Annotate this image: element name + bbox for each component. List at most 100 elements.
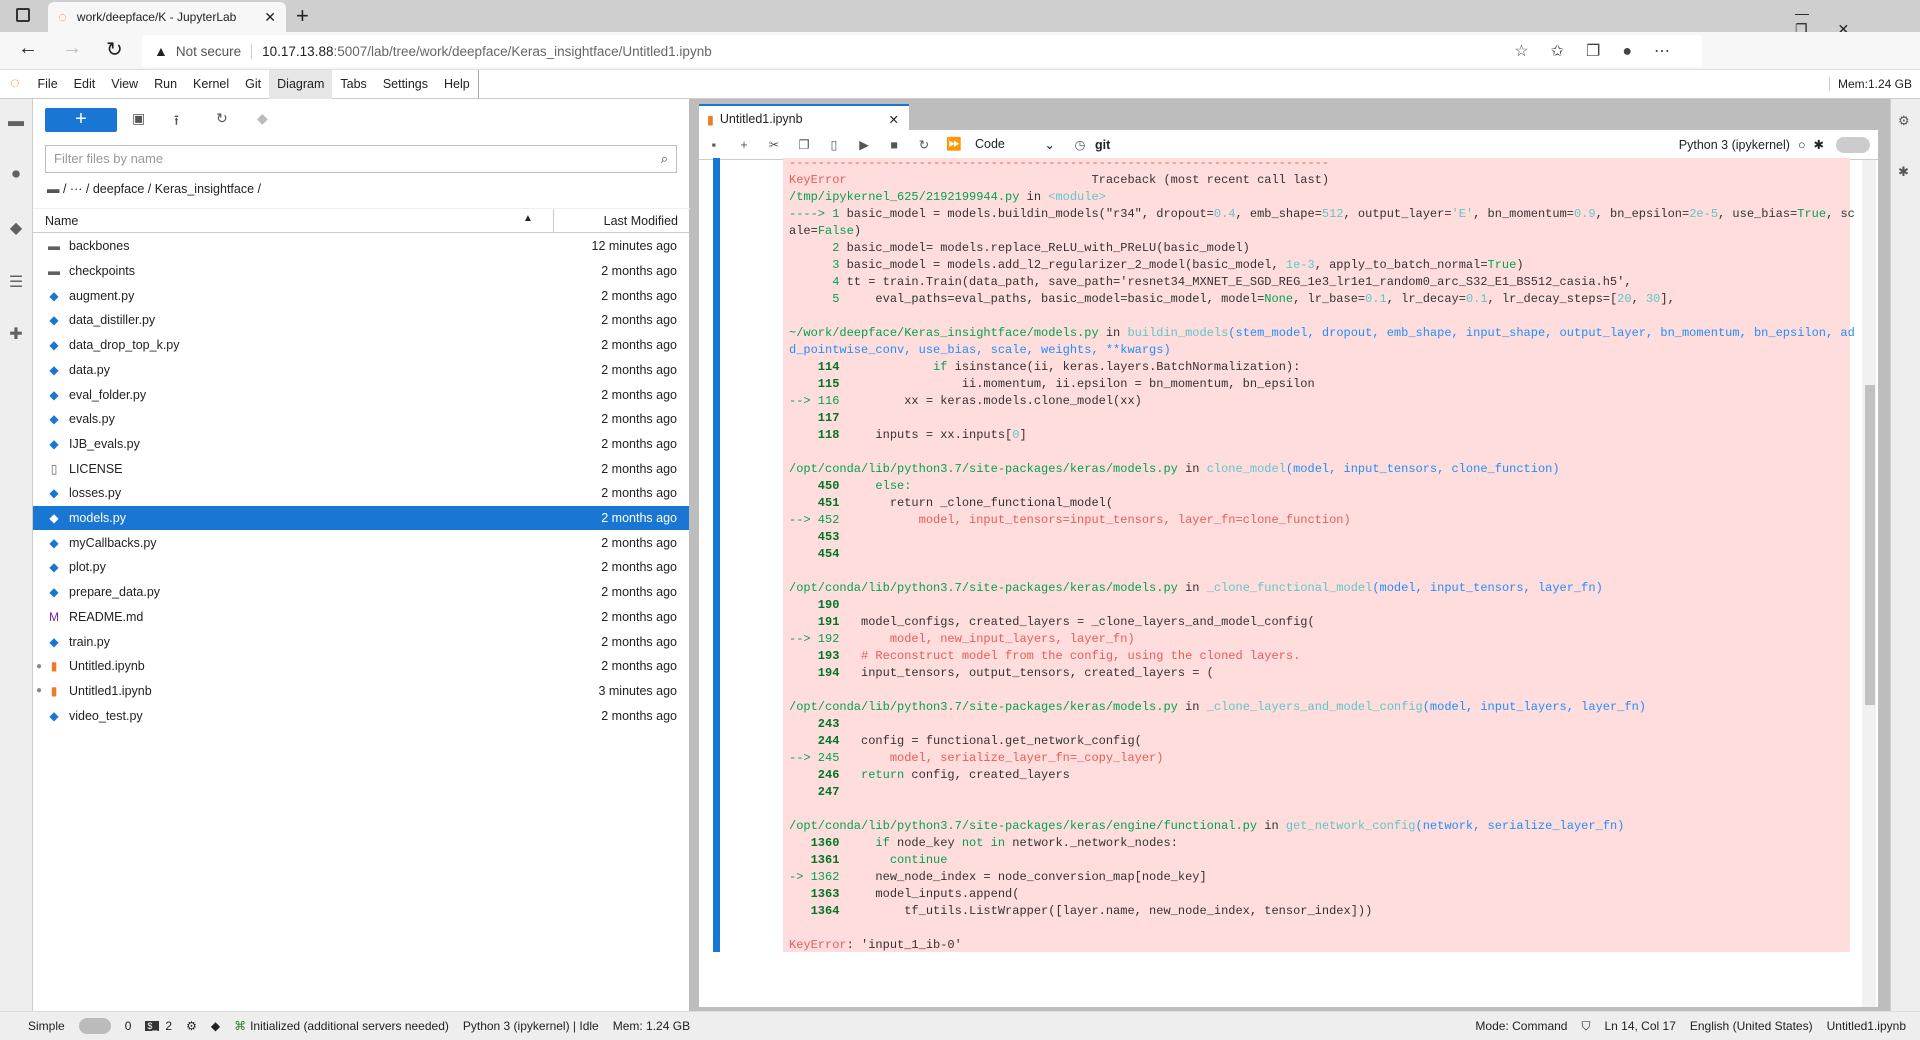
paste-icon[interactable]: ▯ xyxy=(819,137,849,152)
close-notebook-tab-icon[interactable]: ✕ xyxy=(889,112,899,127)
new-tab-icon[interactable]: + xyxy=(296,3,309,29)
breadcrumb[interactable]: ▬ / ··· / deepface / Keras_insightface / xyxy=(47,182,261,196)
shield-icon[interactable]: ⛉ xyxy=(1581,1019,1590,1034)
traceback-segment: network._network_nodes: xyxy=(1012,836,1178,850)
home-folder-icon[interactable]: ▬ xyxy=(47,182,60,196)
file-row[interactable]: ◆ video_test.py 2 months ago xyxy=(33,703,689,728)
back-icon[interactable]: ← xyxy=(18,37,38,60)
url-field[interactable]: ▲ Not secure 10.17.13.88:5007/lab/tree/w… xyxy=(142,35,1702,67)
traceback-segment: tt = train.Train(data_path, save_path='r… xyxy=(846,275,1632,289)
filter-files-input[interactable]: Filter files by name ⌕ xyxy=(45,145,677,173)
column-last-modified[interactable]: Last Modified xyxy=(604,214,678,228)
simple-mode-toggle[interactable] xyxy=(78,1018,111,1034)
menu-edit[interactable]: Edit xyxy=(66,70,104,99)
menu-diagram[interactable]: Diagram xyxy=(269,69,333,99)
running-dot-icon: ● xyxy=(36,685,43,697)
run-all-icon[interactable]: ⏩ xyxy=(939,137,969,152)
column-name[interactable]: Name xyxy=(45,214,78,228)
menu-view[interactable]: View xyxy=(103,70,146,99)
menu-kernel[interactable]: Kernel xyxy=(185,70,237,99)
new-folder-icon[interactable]: ▣ xyxy=(132,110,145,127)
file-row[interactable]: ▯ LICENSE 2 months ago xyxy=(33,456,689,481)
file-row[interactable]: ◆ evals.py 2 months ago xyxy=(33,407,689,432)
url-host: 10.17.13.88 xyxy=(262,43,334,59)
breadcrumb-path[interactable]: / ··· / deepface / Keras_insightface / xyxy=(63,182,261,196)
cell-type-select[interactable]: Code ⌄ xyxy=(975,137,1055,152)
traceback-segment: clone_model xyxy=(1206,462,1286,476)
file-row[interactable]: ◆ data_drop_top_k.py 2 months ago xyxy=(33,333,689,358)
file-row[interactable]: ◆ plot.py 2 months ago xyxy=(33,555,689,580)
menu-file[interactable]: File xyxy=(30,70,66,99)
kernel-count[interactable]: 2 xyxy=(165,1019,172,1033)
property-inspector-icon[interactable]: ⚙ xyxy=(1898,113,1910,129)
kernel-name[interactable]: Python 3 (ipykernel) xyxy=(1679,138,1790,152)
close-tab-icon[interactable]: ✕ xyxy=(264,9,276,26)
file-row[interactable]: ◆ IJB_evals.py 2 months ago xyxy=(33,432,689,457)
file-row[interactable]: ◆ augment.py 2 months ago xyxy=(33,283,689,308)
restart-icon[interactable]: ↻ xyxy=(909,137,939,152)
traceback-segment: -> 1362 xyxy=(789,870,847,884)
refresh-icon[interactable]: ↻ xyxy=(216,110,228,127)
save-icon[interactable]: ▪ xyxy=(699,138,729,152)
file-row[interactable]: ▬ backbones 12 minutes ago xyxy=(33,234,689,259)
file-row[interactable]: ◆ eval_folder.py 2 months ago xyxy=(33,382,689,407)
browser-toolbar-icons[interactable]: ☆✩❐●⋯ xyxy=(1514,41,1692,61)
tab-untitled1[interactable]: ▮ Untitled1.ipynb ✕ xyxy=(699,104,909,132)
file-row[interactable]: ● ▮ Untitled.ipynb 2 months ago xyxy=(33,654,689,679)
file-row[interactable]: ◆ models.py 2 months ago xyxy=(33,505,689,531)
debugger-toggle[interactable] xyxy=(1836,136,1870,153)
copy-icon[interactable]: ❐ xyxy=(789,137,819,152)
traceback-segment: in xyxy=(1177,581,1207,595)
file-row[interactable]: ◆ data.py 2 months ago xyxy=(33,358,689,383)
traceback-segment: in xyxy=(1019,190,1049,204)
sort-asc-icon[interactable]: ▲ xyxy=(523,213,533,224)
run-icon[interactable]: ▶ xyxy=(849,137,879,152)
tab-actions-icon[interactable] xyxy=(16,8,30,22)
insert-cell-icon[interactable]: + xyxy=(729,138,759,152)
git-icon[interactable]: ◆ xyxy=(6,218,26,238)
git-clone-icon[interactable]: ◆ xyxy=(257,110,268,127)
file-row[interactable]: ◆ prepare_data.py 2 months ago xyxy=(33,580,689,605)
forward-icon[interactable]: → xyxy=(62,37,82,60)
file-row[interactable]: M README.md 2 months ago xyxy=(33,605,689,630)
traceback-line: 193 # Reconstruct model from the config,… xyxy=(789,648,1855,665)
menu-settings[interactable]: Settings xyxy=(375,70,436,99)
upload-icon[interactable]: ⭱ xyxy=(174,110,179,134)
scrollbar-thumb[interactable] xyxy=(1865,385,1875,705)
git-button[interactable]: git xyxy=(1095,138,1110,152)
folder-icon[interactable]: ▬ xyxy=(6,113,26,133)
reload-icon[interactable]: ↻ xyxy=(106,37,123,62)
stop-icon[interactable]: ■ xyxy=(879,138,909,152)
nb-icon: ▮ xyxy=(50,659,58,674)
debug-icon[interactable]: ✱ xyxy=(1814,137,1824,152)
file-name: IJB_evals.py xyxy=(69,436,140,451)
file-row[interactable]: ◆ losses.py 2 months ago xyxy=(33,481,689,506)
active-cell-indicator[interactable] xyxy=(713,158,720,952)
extension-icon[interactable]: ✚ xyxy=(6,324,26,344)
terminal-count[interactable]: 0 xyxy=(125,1019,132,1033)
file-row[interactable]: ◆ myCallbacks.py 2 months ago xyxy=(33,530,689,555)
menu-git[interactable]: Git xyxy=(237,70,269,99)
lsp-status[interactable]: Initialized (additional servers needed) xyxy=(250,1019,449,1033)
browser-tab[interactable]: ◌ work/deepface/K - JupyterLab ✕ xyxy=(48,2,286,32)
cursor-position[interactable]: Ln 14, Col 17 xyxy=(1604,1019,1675,1033)
file-row[interactable]: ◆ data_distiller.py 2 months ago xyxy=(33,308,689,333)
running-icon[interactable]: ⏺ xyxy=(6,166,26,186)
language-status[interactable]: English (United States) xyxy=(1690,1019,1813,1033)
toc-icon[interactable]: ☰ xyxy=(6,272,26,292)
debugger-icon[interactable]: ✱ xyxy=(1898,164,1909,180)
file-row[interactable]: ● ▮ Untitled1.ipynb 3 minutes ago xyxy=(33,679,689,704)
cut-icon[interactable]: ✂ xyxy=(759,137,789,152)
traceback-segment: 30 xyxy=(1645,292,1661,306)
traceback-line: 191 model_configs, created_layers = _clo… xyxy=(789,614,1855,631)
kernel-status[interactable]: Python 3 (ipykernel) | Idle xyxy=(463,1019,599,1033)
menu-tabs[interactable]: Tabs xyxy=(332,70,374,99)
git-status-icon[interactable]: ◆ xyxy=(211,1019,220,1033)
history-icon[interactable]: ◷ xyxy=(1065,137,1095,152)
new-launcher-button[interactable]: + xyxy=(45,108,117,132)
menu-help[interactable]: Help xyxy=(436,69,479,99)
file-row[interactable]: ▬ checkpoints 2 months ago xyxy=(33,259,689,284)
traceback-segment: if xyxy=(846,836,898,850)
file-row[interactable]: ◆ train.py 2 months ago xyxy=(33,629,689,654)
menu-run[interactable]: Run xyxy=(146,70,185,99)
